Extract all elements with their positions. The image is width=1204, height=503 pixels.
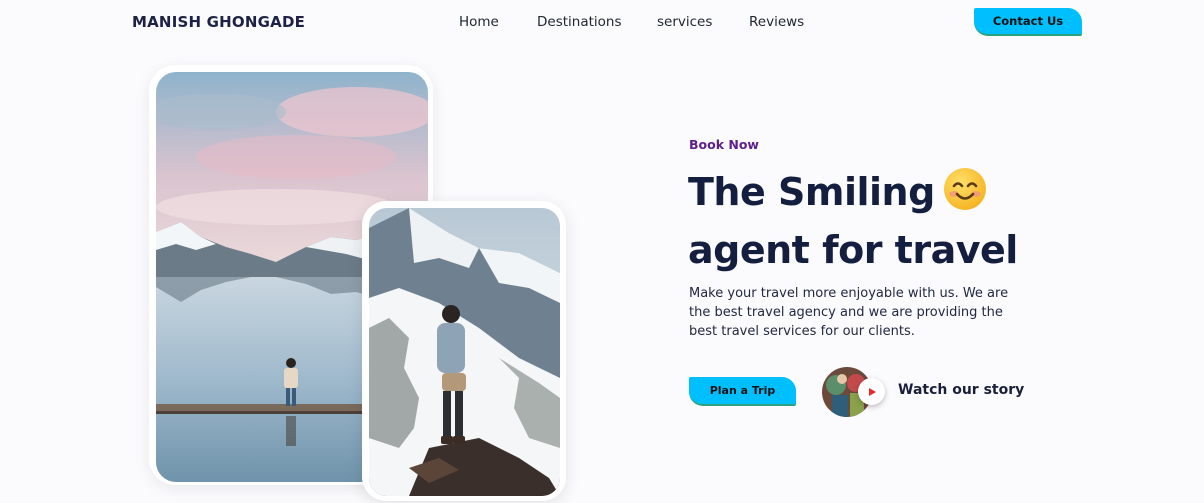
smiling-face-icon [943, 167, 987, 224]
brand-logo[interactable]: MANISH GHONGADE [132, 13, 305, 31]
headline-line-1: The Smiling [688, 170, 935, 214]
hiker-photo [369, 208, 560, 496]
hero-description: Make your travel more enjoyable with us.… [689, 286, 1009, 339]
play-icon [868, 387, 876, 396]
nav-link-destinations[interactable]: Destinations [537, 14, 622, 30]
book-now-eyebrow: Book Now [689, 137, 759, 152]
watch-story-link[interactable]: Watch our story [898, 382, 1024, 398]
nav-link-reviews[interactable]: Reviews [749, 14, 804, 30]
play-button[interactable] [858, 378, 885, 405]
headline-line-2: agent for travel [688, 228, 1018, 272]
nav-link-services[interactable]: services [657, 14, 712, 30]
phone-mockup-small [362, 201, 566, 501]
plan-a-trip-button[interactable]: Plan a Trip [689, 377, 796, 406]
hero-headline: The Smiling agent for travel [688, 166, 1018, 276]
contact-us-button[interactable]: Contact Us [974, 8, 1082, 36]
nav-link-home[interactable]: Home [459, 14, 499, 30]
